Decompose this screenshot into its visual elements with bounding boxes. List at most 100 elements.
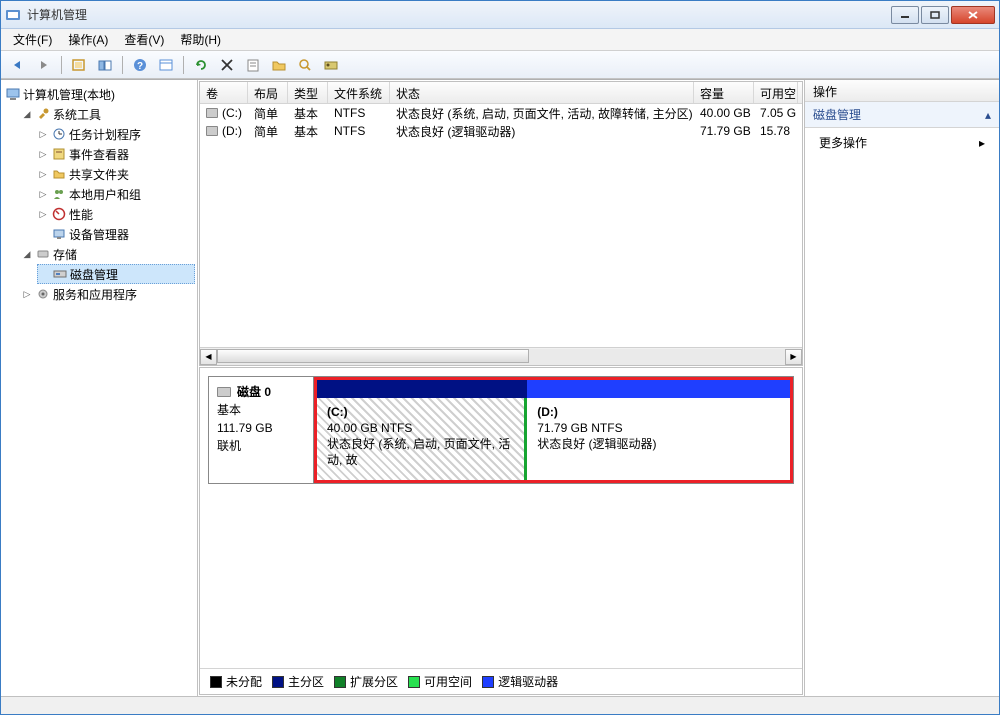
actions-section[interactable]: 磁盘管理 ▴ <box>805 102 999 128</box>
partition-header <box>317 380 527 398</box>
legend-label: 可用空间 <box>424 673 472 690</box>
partition-c[interactable]: (C:) 40.00 GB NTFS 状态良好 (系统, 启动, 页面文件, 活… <box>317 380 527 480</box>
disk-icon <box>206 108 218 118</box>
expand-icon[interactable]: ▷ <box>37 128 49 140</box>
center-pane: 卷 布局 类型 文件系统 状态 容量 可用空 (C:) 简单 基本 NTFS 状… <box>198 80 804 696</box>
storage-icon <box>35 246 51 262</box>
legend-free: 可用空间 <box>408 673 472 690</box>
volume-list: 卷 布局 类型 文件系统 状态 容量 可用空 (C:) 简单 基本 NTFS 状… <box>199 81 803 366</box>
shared-folder-icon <box>51 166 67 182</box>
expand-icon[interactable]: ▷ <box>37 148 49 160</box>
legend-extended: 扩展分区 <box>334 673 398 690</box>
delete-icon[interactable] <box>216 54 238 76</box>
partition-size: 71.79 GB NTFS <box>537 420 780 436</box>
tree-label: 事件查看器 <box>69 146 129 163</box>
disk-icon <box>217 387 231 397</box>
toolbar-icon-1[interactable] <box>68 54 90 76</box>
scroll-right-button[interactable]: ▶ <box>785 349 802 365</box>
toolbar-icon-3[interactable] <box>155 54 177 76</box>
menu-view[interactable]: 查看(V) <box>118 29 170 50</box>
toolbar-separator <box>183 56 184 74</box>
menu-help[interactable]: 帮助(H) <box>174 29 227 50</box>
col-capacity[interactable]: 容量 <box>694 82 754 103</box>
expand-icon[interactable]: ▷ <box>37 208 49 220</box>
disk-mgmt-icon <box>52 266 68 282</box>
actions-pane: 操作 磁盘管理 ▴ 更多操作 ▸ <box>804 80 999 696</box>
back-button[interactable] <box>7 54 29 76</box>
disk-map: 磁盘 0 基本 111.79 GB 联机 (C:) 40.00 GB NTFS <box>199 367 803 695</box>
close-button[interactable] <box>951 6 995 24</box>
tree-local-users[interactable]: ▷本地用户和组 <box>37 184 195 204</box>
disk-size: 111.79 GB <box>217 419 305 437</box>
properties-icon[interactable] <box>242 54 264 76</box>
disk-type: 基本 <box>217 401 305 419</box>
toolbar-icon-2[interactable] <box>94 54 116 76</box>
tree-event-viewer[interactable]: ▷ 事件查看器 <box>37 144 195 164</box>
scroll-track[interactable] <box>217 349 785 365</box>
disk-info[interactable]: 磁盘 0 基本 111.79 GB 联机 <box>209 377 314 483</box>
volume-rows: (C:) 简单 基本 NTFS 状态良好 (系统, 启动, 页面文件, 活动, … <box>200 104 802 347</box>
col-status[interactable]: 状态 <box>390 82 694 103</box>
volume-row[interactable]: (C:) 简单 基本 NTFS 状态良好 (系统, 启动, 页面文件, 活动, … <box>200 104 802 122</box>
tree-device-manager[interactable]: 设备管理器 <box>37 224 195 244</box>
actions-more[interactable]: 更多操作 ▸ <box>805 128 999 157</box>
minimize-button[interactable] <box>891 6 919 24</box>
folder-icon[interactable] <box>268 54 290 76</box>
col-fs[interactable]: 文件系统 <box>328 82 390 103</box>
menu-file[interactable]: 文件(F) <box>7 29 58 50</box>
col-free[interactable]: 可用空 <box>754 82 798 103</box>
toolbar-icon-9[interactable] <box>320 54 342 76</box>
scroll-left-button[interactable]: ◀ <box>200 349 217 365</box>
partition-body: (D:) 71.79 GB NTFS 状态良好 (逻辑驱动器) <box>527 398 790 480</box>
tree-root[interactable]: 计算机管理(本地) <box>5 84 195 104</box>
legend: 未分配 主分区 扩展分区 可用空间 逻辑驱动器 <box>200 668 802 694</box>
tree-services-apps[interactable]: ▷ 服务和应用程序 <box>21 284 195 304</box>
volume-row[interactable]: (D:) 简单 基本 NTFS 状态良好 (逻辑驱动器) 71.79 GB 15… <box>200 122 802 140</box>
disk-icon <box>206 126 218 136</box>
app-icon <box>5 7 21 23</box>
tree-label: 磁盘管理 <box>70 266 118 283</box>
tree-shared-folders[interactable]: ▷共享文件夹 <box>37 164 195 184</box>
tree-performance[interactable]: ▷性能 <box>37 204 195 224</box>
partition-d[interactable]: (D:) 71.79 GB NTFS 状态良好 (逻辑驱动器) <box>527 380 790 480</box>
col-layout[interactable]: 布局 <box>248 82 288 103</box>
tree-system-tools[interactable]: ◢ 系统工具 <box>21 104 195 124</box>
expand-icon[interactable]: ▷ <box>21 288 33 300</box>
disk-label: 磁盘 0 <box>237 383 271 401</box>
actions-header: 操作 <box>805 80 999 102</box>
titlebar: 计算机管理 <box>1 1 999 29</box>
vol-type: 基本 <box>288 105 328 122</box>
collapse-icon[interactable]: ◢ <box>21 108 33 120</box>
help-icon[interactable]: ? <box>129 54 151 76</box>
volume-header: 卷 布局 类型 文件系统 状态 容量 可用空 <box>200 82 802 104</box>
vol-layout: 简单 <box>248 105 288 122</box>
refresh-icon[interactable] <box>190 54 212 76</box>
expand-icon[interactable]: ▷ <box>37 168 49 180</box>
vol-layout: 简单 <box>248 123 288 140</box>
navigation-tree: 计算机管理(本地) ◢ 系统工具 ▷ 任务计划程序 ▷ 事件查看器 <box>1 80 198 696</box>
event-icon <box>51 146 67 162</box>
tree-task-scheduler[interactable]: ▷ 任务计划程序 <box>37 124 195 144</box>
forward-button[interactable] <box>33 54 55 76</box>
collapse-icon[interactable]: ◢ <box>21 248 33 260</box>
vol-name: (C:) <box>222 106 242 120</box>
legend-primary: 主分区 <box>272 673 324 690</box>
tree-disk-management[interactable]: 磁盘管理 <box>37 264 195 284</box>
menubar: 文件(F) 操作(A) 查看(V) 帮助(H) <box>1 29 999 51</box>
expand-icon[interactable]: ▷ <box>37 188 49 200</box>
col-type[interactable]: 类型 <box>288 82 328 103</box>
menu-action[interactable]: 操作(A) <box>62 29 114 50</box>
tree-label: 任务计划程序 <box>69 126 141 143</box>
search-icon[interactable] <box>294 54 316 76</box>
tree-root-label: 计算机管理(本地) <box>23 86 115 103</box>
horizontal-scrollbar[interactable]: ◀ ▶ <box>200 347 802 365</box>
maximize-button[interactable] <box>921 6 949 24</box>
col-volume[interactable]: 卷 <box>200 82 248 103</box>
tree-storage[interactable]: ◢ 存储 <box>21 244 195 264</box>
partition-name: (D:) <box>537 404 780 420</box>
scroll-thumb[interactable] <box>217 349 529 363</box>
legend-swatch <box>482 676 494 688</box>
vol-status: 状态良好 (系统, 启动, 页面文件, 活动, 故障转储, 主分区) <box>390 105 694 122</box>
legend-logical: 逻辑驱动器 <box>482 673 558 690</box>
tree-label: 设备管理器 <box>69 226 129 243</box>
